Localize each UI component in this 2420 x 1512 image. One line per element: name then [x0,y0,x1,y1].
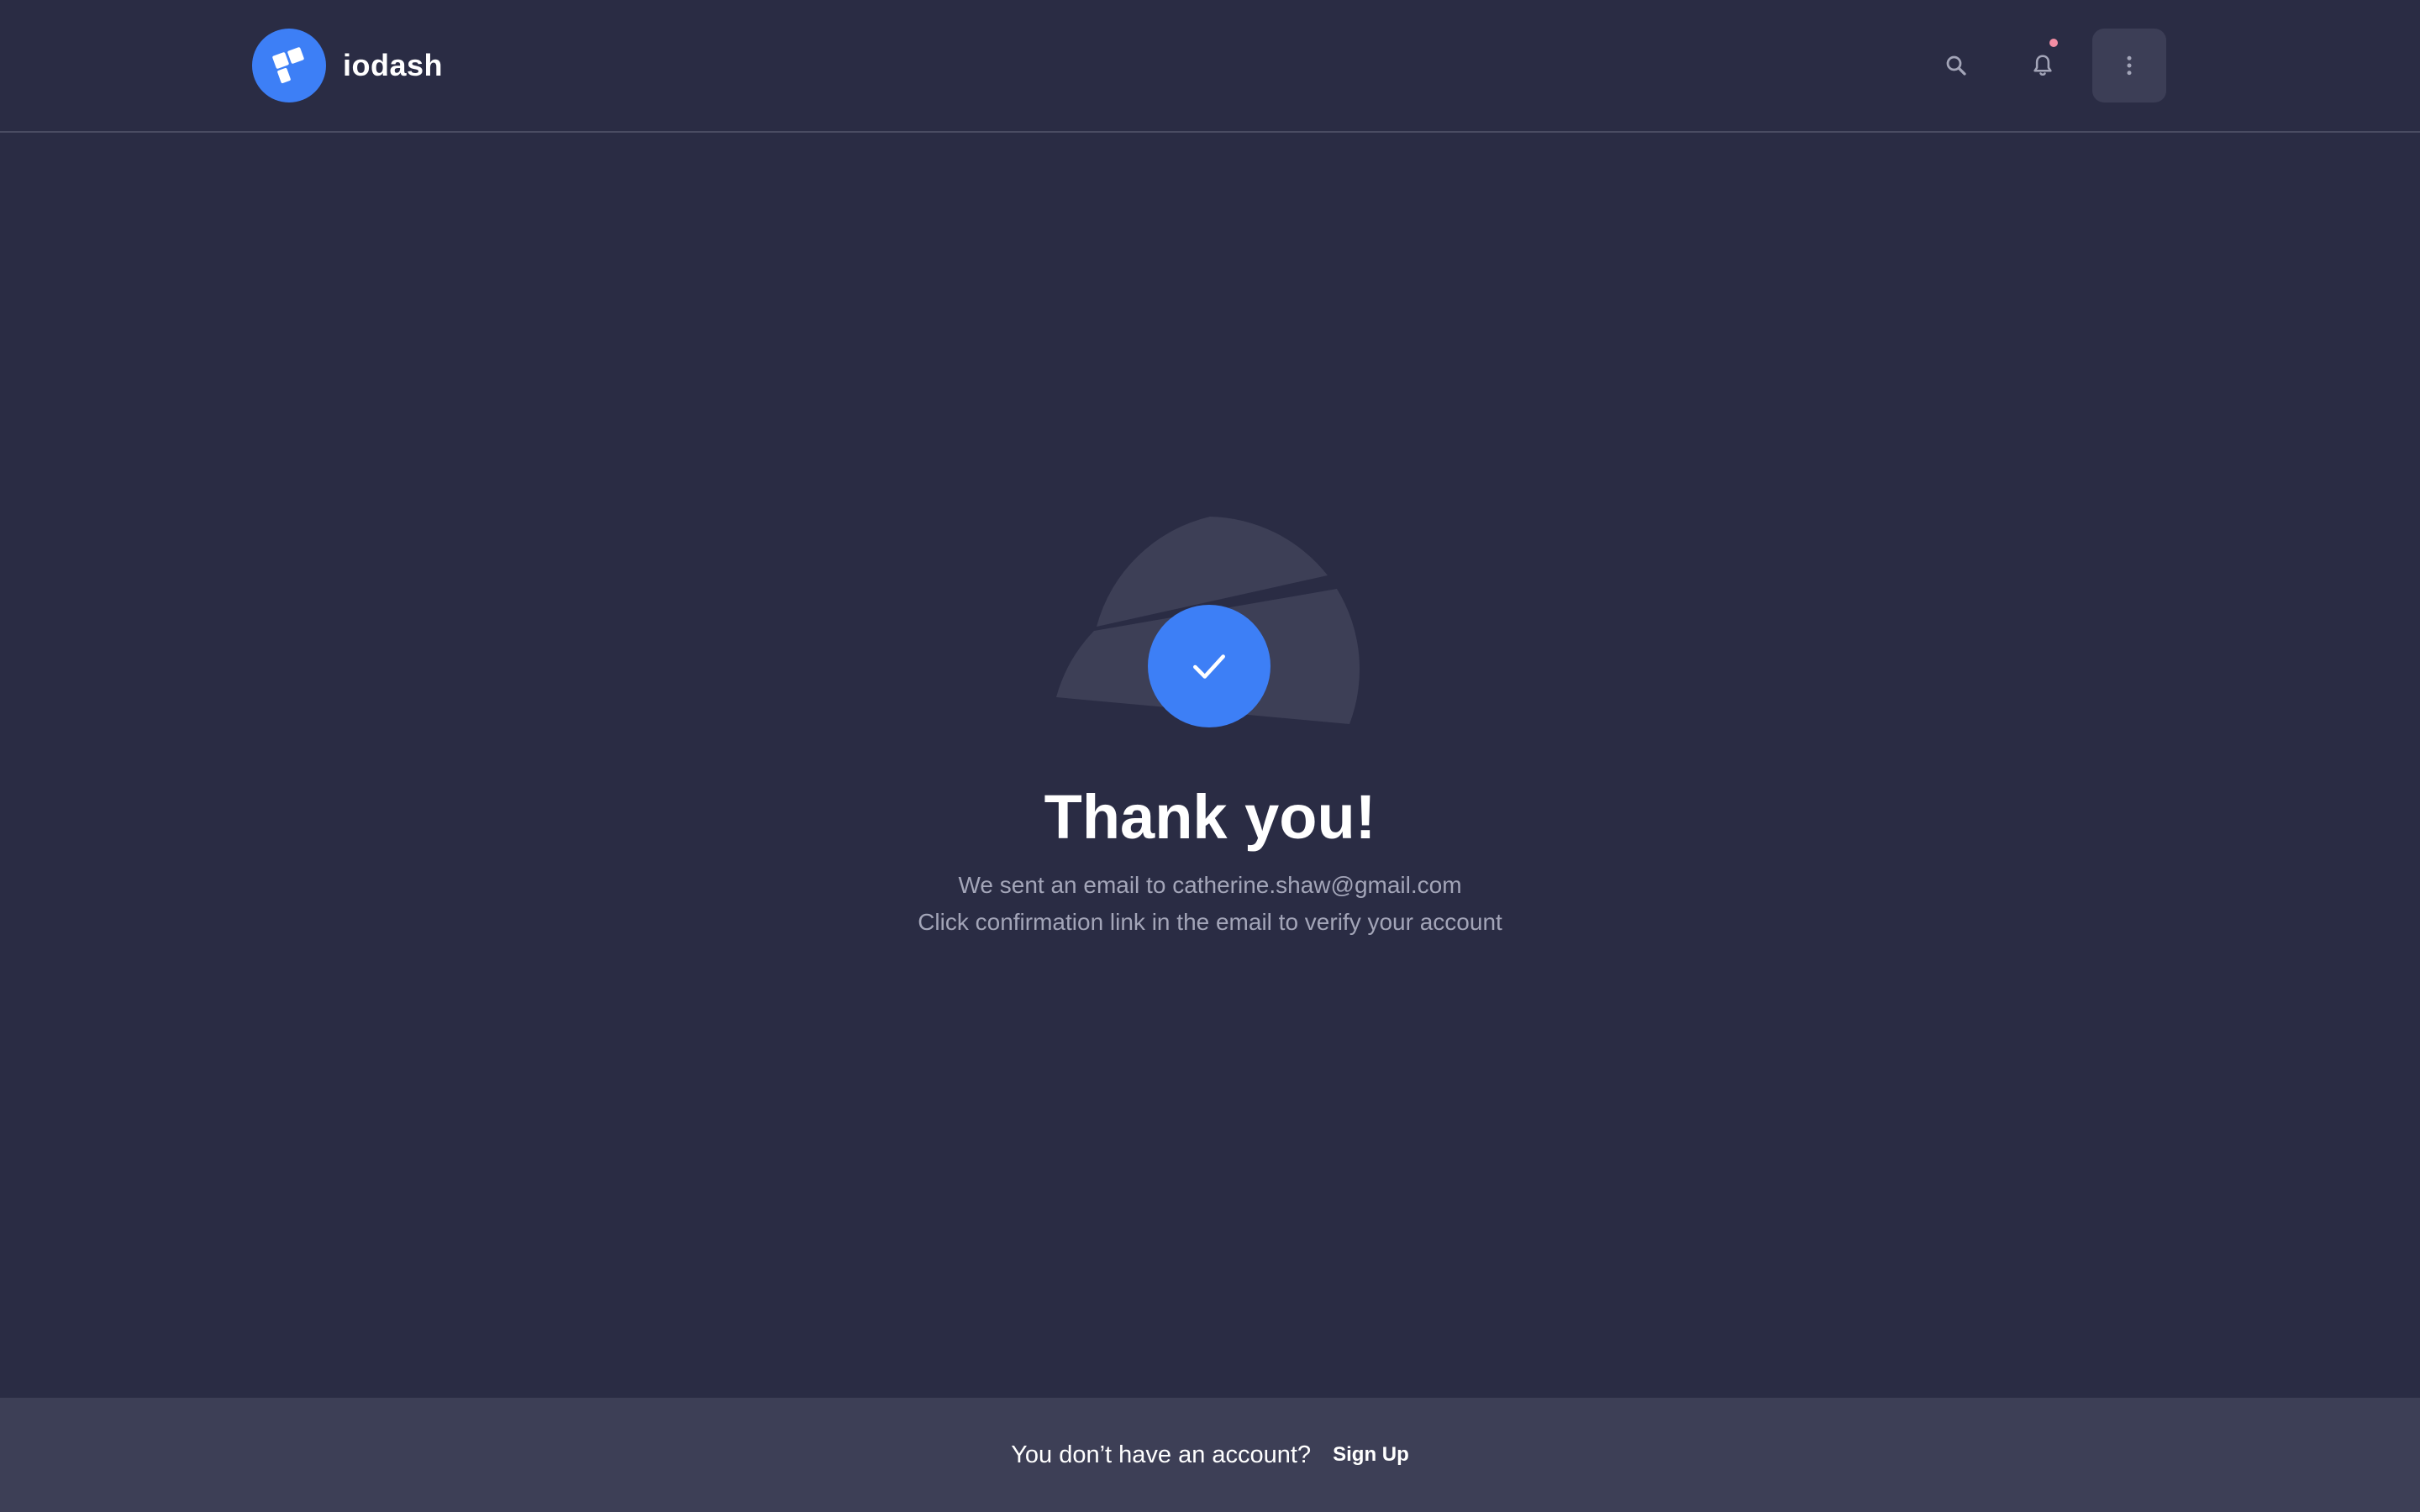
confirmation-instruction: Click confirmation link in the email to … [918,909,1502,935]
more-menu-button[interactable] [2092,29,2166,102]
footer: You don’t have an account? Sign Up [0,1398,2420,1512]
notifications-button[interactable] [2006,29,2080,102]
search-button[interactable] [1919,29,1993,102]
page-title: Thank you! [1044,782,1376,852]
email-sent-message: We sent an email to catherine.shaw@gmail… [958,872,1462,898]
brand-name: iodash [343,48,444,82]
notification-dot [2049,39,2058,47]
search-icon [1946,55,1966,76]
brand-logo-icon [252,29,326,102]
header-actions [1919,29,2166,102]
more-vertical-icon [2127,55,2132,76]
checkmark-icon [1193,654,1225,679]
top-header: iodash [0,0,2420,133]
brand[interactable]: iodash [252,29,443,102]
check-circle [1148,605,1270,727]
page: iodash Thank you! We sent an email to ca… [0,0,2420,1512]
sign-up-link[interactable]: Sign Up [1333,1443,1409,1467]
no-account-prompt: You don’t have an account? [1011,1441,1312,1468]
bell-icon [2033,55,2052,76]
